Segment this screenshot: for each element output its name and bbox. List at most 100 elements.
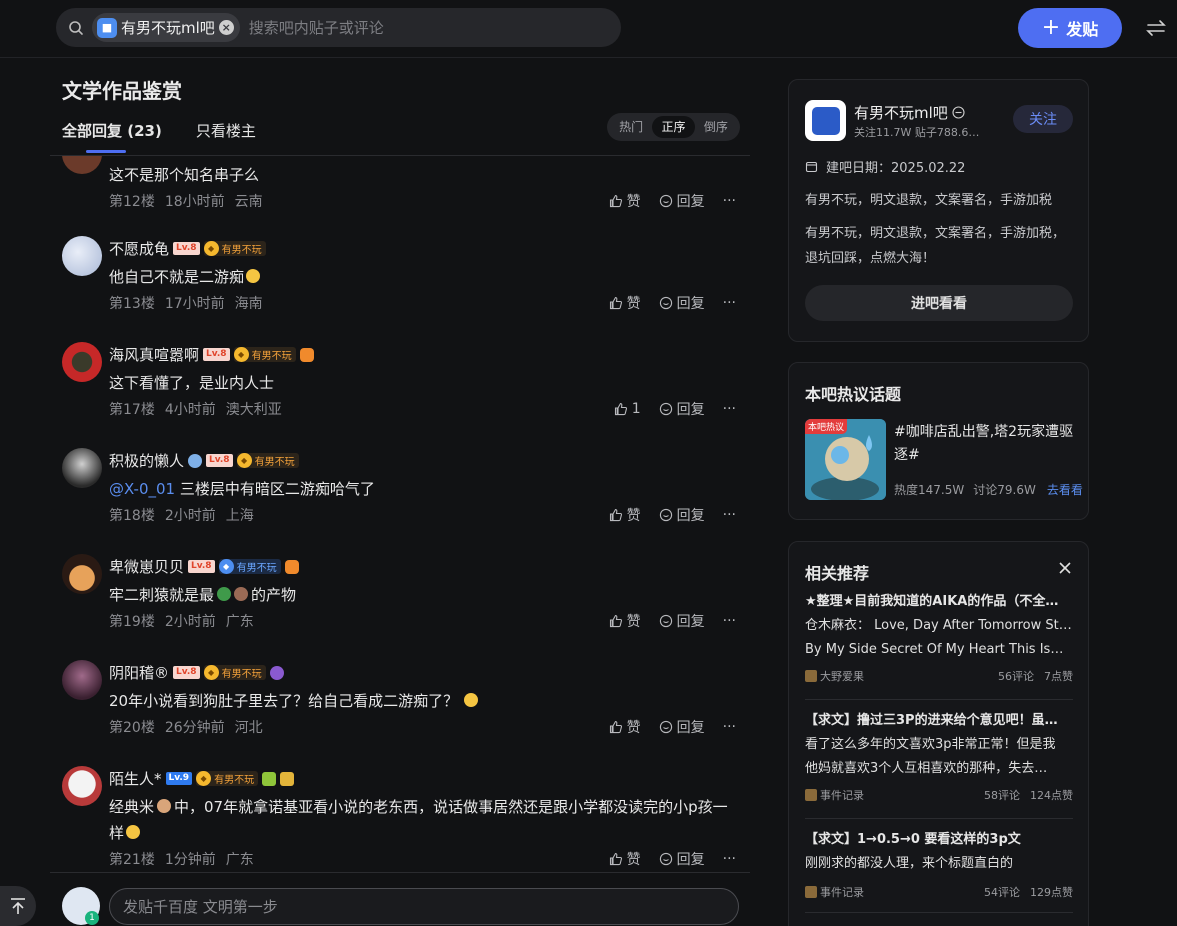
sort-asc[interactable]: 正序 [652,116,695,138]
avatar[interactable] [62,342,102,382]
like-button[interactable]: 1 [614,401,641,417]
username[interactable]: 积极的懒人 [109,450,184,471]
recommend-source: 大野爱果 [805,668,864,684]
calendar-icon [805,161,818,173]
search-input[interactable]: 搜索吧内贴子或评论 [249,17,384,38]
reply-meta: 第20楼 26分钟前 河北 [109,717,263,737]
reply-text-body: 他自己不就是二游痴 [109,268,245,286]
search-bar[interactable]: ■ 有男不玩ml吧 × 搜索吧内贴子或评论 [56,8,621,47]
like-button[interactable]: 赞 [609,191,641,211]
topic-go-link[interactable]: 去看看 [1047,481,1083,498]
reply-time: 18小时前 [164,194,225,210]
new-post-button[interactable]: + 发贴 [1018,8,1122,48]
reply-item: 不愿成龟 Lv.8 ◆ 有男不玩 他自己不就是二游痴 第13楼 17小时前 海南 … [50,236,750,342]
bar-logo-icon: ■ [97,17,117,38]
reply-button[interactable]: 回复 [659,399,705,419]
user-mention-link[interactable]: @X-0_01 [109,480,175,498]
reply-actions: 赞 回复 ··· [609,191,736,211]
tab-op-only[interactable]: 只看楼主 [196,120,256,153]
username[interactable]: 不愿成龟 [109,238,169,259]
avatar[interactable] [62,448,102,488]
bar-logo[interactable] [805,100,846,141]
recommend-item[interactable]: ★整理★目前我知道的AIKA的作品（不全… 仓木麻衣： Love, Day Af… [805,590,1073,684]
hot-topics-heading: 本吧热议话题 [805,385,902,404]
thumb-up-icon [609,508,622,522]
divider [805,818,1073,819]
more-button[interactable]: ··· [723,851,736,867]
recommend-counts: 54评论 129点赞 [984,884,1073,900]
more-button[interactable]: ··· [723,719,736,735]
reply-text: 20年小说看到狗肚子里去了？给自己看成二游痴了？ [109,688,729,714]
source-icon [805,670,817,682]
avatar[interactable] [62,766,102,806]
more-button[interactable]: ··· [723,401,736,417]
reply-button[interactable]: 回复 [659,191,705,211]
sort-hot[interactable]: 热门 [610,116,652,138]
more-button[interactable]: ··· [723,507,736,523]
like-count: 129点赞 [1030,886,1073,899]
close-icon[interactable] [1057,560,1073,576]
floor-number: 第21楼 [109,852,155,868]
fan-badge: ◆ 有男不玩 [218,559,281,574]
reply-button[interactable]: 回复 [659,717,705,737]
level-badge: Lv.8 [206,454,233,467]
clear-chip-icon[interactable]: × [218,20,234,35]
recommend-excerpt: 看了这么多年的文喜欢3p非常正常！但是我 他妈就喜欢3个人互相喜欢的那种，失去… [805,733,1073,781]
topic-discuss: 讨论79.6W [973,483,1036,497]
more-button[interactable]: ··· [723,613,736,629]
topic-title[interactable]: #咖啡店乱出警,塔2玩家遭驱逐# [894,421,1074,467]
like-button[interactable]: 赞 [609,849,641,869]
follow-button[interactable]: 关注 [1013,105,1073,133]
bar-chip-label: 有男不玩ml吧 [121,19,215,37]
bar-logo-image [811,106,840,135]
reply-text: 经典米 中，07年就拿诺基亚看小说的老东西，说话做事居然还是跟小学都没读完的小p孩… [109,794,729,846]
topic-image[interactable]: 本吧热议 [805,419,886,500]
username[interactable]: 阴阳稽® [109,662,169,683]
source-icon [805,789,817,801]
recommend-item[interactable]: 【求文】撸过三3P的进来给个意见吧！虽… 看了这么多年的文喜欢3p非常正常！但是… [805,709,1073,803]
like-button[interactable]: 赞 [609,505,641,525]
more-button[interactable]: ··· [723,295,736,311]
username[interactable]: 海风真喧嚣啊 [109,344,199,365]
tab-all-replies[interactable]: 全部回复 (23) [62,120,162,153]
floor-number: 第19楼 [109,614,155,630]
source-icon [805,886,817,898]
like-button[interactable]: 赞 [609,293,641,313]
sort-desc[interactable]: 倒序 [695,116,737,138]
like-button[interactable]: 赞 [609,717,641,737]
comment-count: 56评论 [998,670,1034,683]
avatar[interactable] [62,236,102,276]
recommend-item[interactable]: 【求文】1→0.5→0 要看这样的3p文 刚刚求的都没人理，来个标题直白的 事件… [805,828,1073,900]
reply-location: 海南 [234,296,263,312]
reply-text-body: 20年小说看到狗肚子里去了？给自己看成二游痴了？ [109,692,459,710]
user-row: 卑微崽贝贝 Lv.8 ◆ 有男不玩 [109,556,299,577]
avatar[interactable] [62,660,102,700]
more-button[interactable]: ··· [723,193,736,209]
enter-bar-button[interactable]: 进吧看看 [805,285,1073,321]
like-button[interactable]: 赞 [609,611,641,631]
bar-filter-chip[interactable]: ■ 有男不玩ml吧 × [92,13,240,42]
avatar[interactable] [62,156,102,174]
reply-button[interactable]: 回复 [659,611,705,631]
reply-time: 17小时前 [164,296,225,312]
reply-meta: 第12楼 18小时前 云南 [109,191,263,211]
bar-name[interactable]: 有男不玩ml吧 [854,102,948,123]
recommend-footer: 大野爱果 56评论 7点赞 [805,668,1073,684]
fan-badge-label: 有男不玩 [221,245,262,256]
top-bar: ■ 有男不玩ml吧 × 搜索吧内贴子或评论 + 发贴 [0,0,1177,58]
gem-icon: ◆ [196,771,212,786]
back-to-top-button[interactable] [0,886,36,926]
reply-button[interactable]: 回复 [659,293,705,313]
fan-badge: ◆ 有男不玩 [203,665,266,680]
reply-button[interactable]: 回复 [659,849,705,869]
reply-text-tail: 的产物 [251,586,297,604]
fan-badge-label: 有男不玩 [236,563,277,574]
avatar[interactable] [62,554,102,594]
recommend-source: 事件记录 [805,787,864,803]
username[interactable]: 陌生人* [109,768,162,789]
username[interactable]: 卑微崽贝贝 [109,556,184,577]
switch-icon[interactable] [1145,17,1167,39]
comment-icon [659,852,672,866]
reply-input[interactable]: 发贴千百度 文明第一步 [109,888,739,925]
reply-button[interactable]: 回复 [659,505,705,525]
